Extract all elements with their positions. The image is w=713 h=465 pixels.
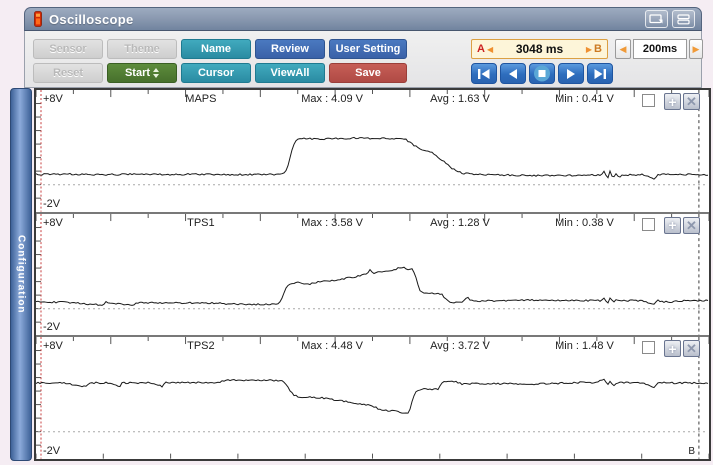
cursor-b-label-toolbar: B (594, 43, 602, 55)
tps2-select-checkbox[interactable] (642, 341, 655, 354)
maps-max-value: Max : 4.09 V (301, 93, 363, 105)
maps-min-value: Min : 0.41 V (555, 93, 614, 105)
maps-avg-value: Avg : 1.63 V (430, 93, 490, 105)
theme-button[interactable]: Theme (107, 39, 177, 59)
tps2-max-value: Max : 4.48 V (301, 340, 363, 352)
cursor-button[interactable]: Cursor (181, 63, 251, 83)
name-button[interactable]: Name (181, 39, 251, 59)
ab-time-value: 3048 ms (495, 42, 584, 56)
cursor-b-arrow-icon: ▶ (586, 45, 592, 54)
tps2-scale-bottom: -2V (43, 445, 60, 457)
tps1-max-value: Max : 3.58 V (301, 217, 363, 229)
tps1-zoom-in-button[interactable]: + (664, 217, 681, 234)
timebase-increase-button[interactable]: ▶ (689, 39, 703, 59)
app-icon (34, 11, 42, 27)
tps1-waveform-plot[interactable] (36, 214, 709, 336)
maps-select-checkbox[interactable] (642, 94, 655, 107)
user-setting-button[interactable]: User Setting (329, 39, 407, 59)
toolbar: Sensor Theme Name Review User Setting Re… (24, 31, 702, 88)
maps-waveform-plot[interactable] (36, 90, 709, 212)
tps1-scale-bottom: -2V (43, 321, 60, 333)
tps2-avg-value: Avg : 3.72 V (430, 340, 490, 352)
start-spinner-icon[interactable] (153, 68, 159, 78)
start-button[interactable]: Start (107, 63, 177, 83)
tps1-avg-value: Avg : 1.28 V (430, 217, 490, 229)
tps1-channel-name: TPS1 (187, 217, 215, 229)
maps-scale-top: +8V (43, 93, 63, 105)
tps1-min-value: Min : 0.38 V (555, 217, 614, 229)
maps-close-button[interactable]: ✕ (683, 93, 700, 110)
channel-stack: +8V MAPS Max : 4.09 V Avg : 1.63 V Min :… (34, 88, 711, 461)
review-button[interactable]: Review (255, 39, 325, 59)
cursor-a-label: A (477, 43, 485, 55)
tps2-scale-top: +8V (43, 340, 63, 352)
window-layout-icon[interactable] (672, 10, 695, 28)
tps1-close-button[interactable]: ✕ (683, 217, 700, 234)
cursor-a-arrow-icon: ◀ (487, 45, 493, 54)
reset-button[interactable]: Reset (33, 63, 103, 83)
channel-tps2[interactable]: +8V TPS2 Max : 4.48 V Avg : 3.72 V Min :… (36, 337, 709, 459)
channel-maps[interactable]: +8V MAPS Max : 4.09 V Avg : 1.63 V Min :… (36, 90, 709, 214)
play-button[interactable] (558, 63, 584, 84)
timebase-value: 200ms (633, 39, 687, 59)
maps-zoom-in-button[interactable]: + (664, 93, 681, 110)
cursor-b-plot-label: B (688, 446, 695, 457)
scope-area: Configuration +8V MAPS Max : 4.09 V Avg … (10, 88, 711, 461)
maps-scale-bottom: -2V (43, 198, 60, 210)
tps2-waveform-plot[interactable] (36, 337, 709, 459)
stop-button[interactable] (529, 63, 555, 84)
skip-to-end-button[interactable] (587, 63, 613, 84)
transport-controls (471, 63, 613, 84)
window-titlebar: Oscilloscope (24, 7, 702, 31)
tps2-min-value: Min : 1.48 V (555, 340, 614, 352)
configuration-tab-label: Configuration (16, 235, 27, 314)
tps2-close-button[interactable]: ✕ (683, 340, 700, 357)
save-button[interactable]: Save (329, 63, 407, 83)
skip-to-start-button[interactable] (471, 63, 497, 84)
sensor-button[interactable]: Sensor (33, 39, 103, 59)
capture-icon[interactable] (645, 10, 668, 28)
timebase-decrease-button[interactable]: ◀ (615, 39, 631, 59)
maps-channel-name: MAPS (185, 93, 216, 105)
channel-tps1[interactable]: +8V TPS1 Max : 3.58 V Avg : 1.28 V Min :… (36, 214, 709, 338)
configuration-panel-tab[interactable]: Configuration (10, 88, 32, 461)
step-back-button[interactable] (500, 63, 526, 84)
tps1-scale-top: +8V (43, 217, 63, 229)
tps2-channel-name: TPS2 (187, 340, 215, 352)
tps2-zoom-in-button[interactable]: + (664, 340, 681, 357)
viewall-button[interactable]: ViewAll (255, 63, 325, 83)
tps1-select-checkbox[interactable] (642, 218, 655, 231)
window-title: Oscilloscope (49, 12, 134, 27)
ab-cursor-readout[interactable]: A ◀ 3048 ms ▶ B (471, 39, 608, 59)
